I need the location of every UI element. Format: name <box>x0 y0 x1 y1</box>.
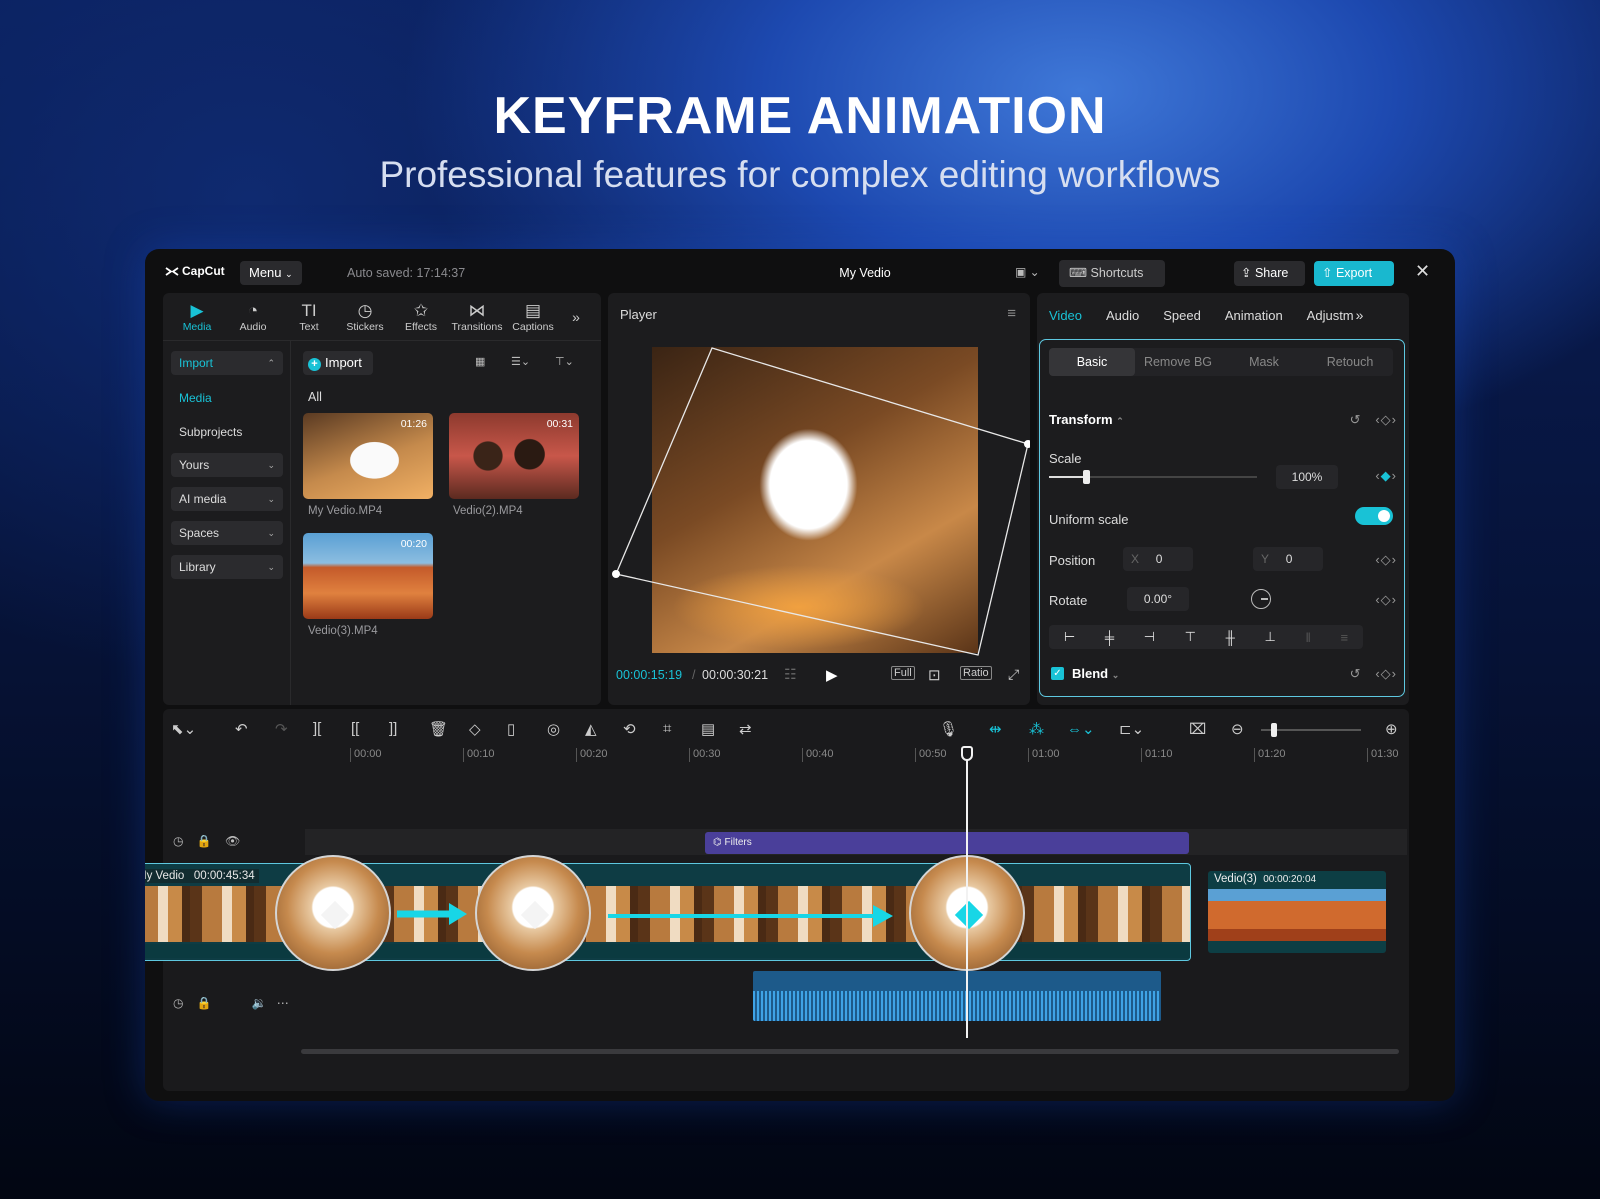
clip-vedio3-label: Vedio(3) 00:00:20:04 <box>1214 873 1317 885</box>
more-icon[interactable]: ⋯ <box>277 996 289 1010</box>
hero-subtitle: Professional features for complex editin… <box>379 154 1221 195</box>
audio-clock-icon[interactable]: ◷ <box>173 996 183 1010</box>
volume-icon[interactable]: 🔉 <box>252 996 267 1010</box>
hero-title: KEYFRAME ANIMATION <box>493 87 1107 145</box>
audio-track-controls: ◷ 🔒 🔉 ⋯ <box>173 996 289 1010</box>
clip-vedio3[interactable]: Vedio(3) 00:00:20:04 <box>1208 871 1386 953</box>
audio-waveform <box>753 991 1161 1021</box>
audio-lock-icon[interactable]: 🔒 <box>197 996 212 1010</box>
playhead-handle[interactable] <box>961 746 973 761</box>
app-window: CapCut Menu ⌄ Auto saved: 17:14:37 My Ve… <box>145 249 1455 1101</box>
timeline-scrollbar[interactable] <box>301 1049 1399 1054</box>
playhead[interactable] <box>966 746 968 1038</box>
audio-clip[interactable] <box>753 971 1161 1021</box>
